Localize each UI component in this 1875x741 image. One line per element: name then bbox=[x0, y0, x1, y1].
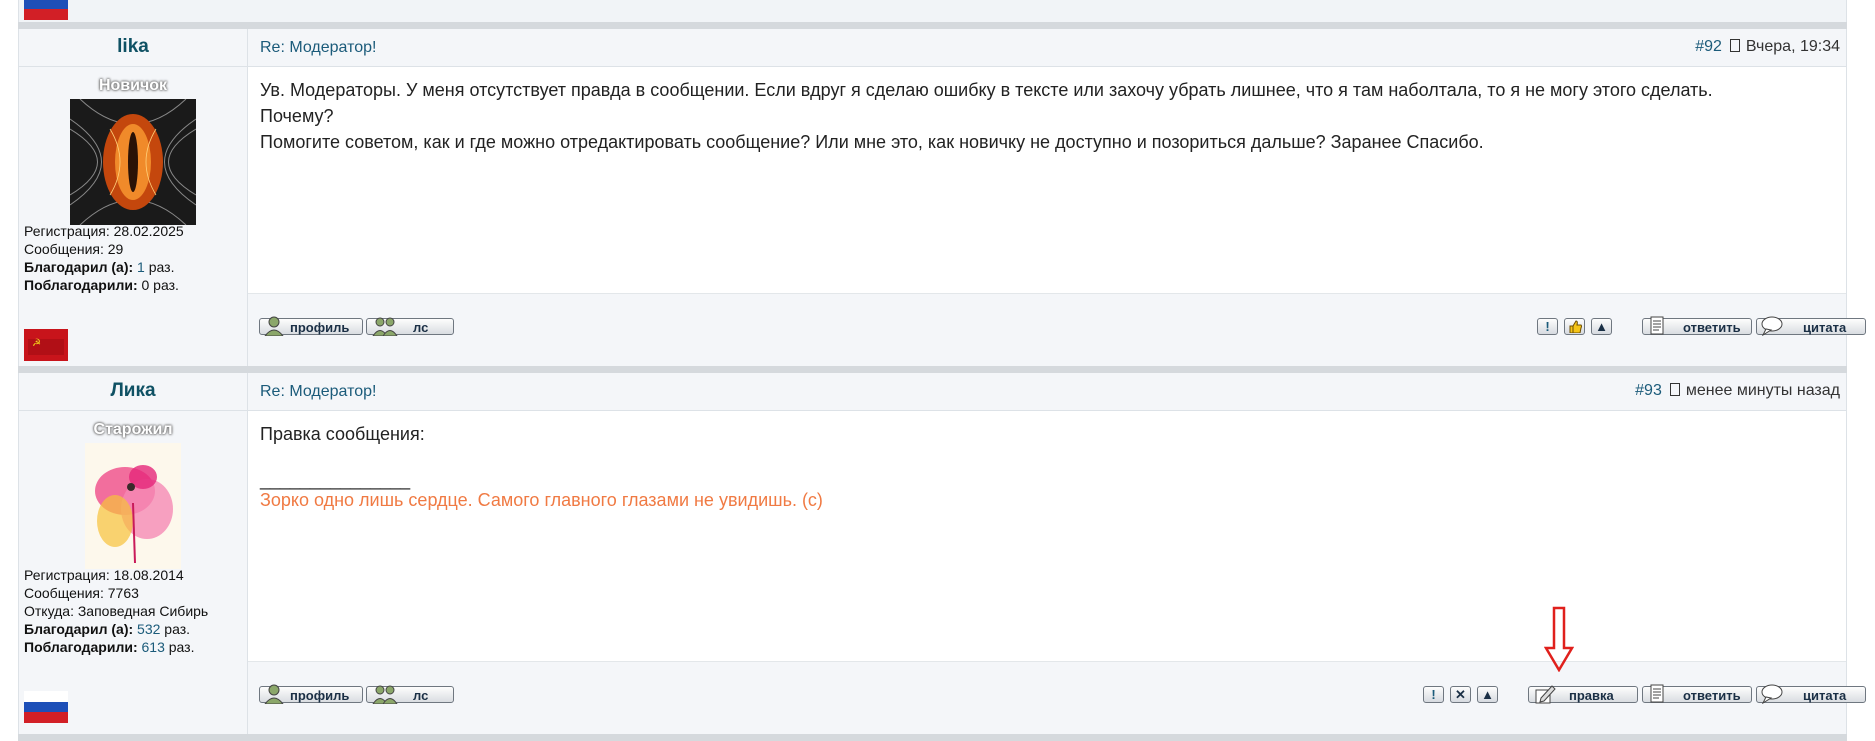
post-body-line: Почему? bbox=[260, 106, 334, 126]
reply-button[interactable]: ответить bbox=[1642, 684, 1752, 703]
post-footer: профиль лс ! ▲ ответить цитата bbox=[248, 293, 1866, 366]
post-time: менее минуты назад bbox=[1685, 382, 1840, 399]
post-body-line: Помогите советом, как и где можно отреда… bbox=[260, 132, 1484, 152]
post-number-link[interactable]: #93 bbox=[1635, 382, 1662, 399]
author-stats: Регистрация: 18.08.2014 Сообщения: 7763 … bbox=[24, 566, 208, 656]
thank-button[interactable] bbox=[1564, 318, 1585, 335]
post-body-line: Ув. Модераторы. У меня отсутствует правд… bbox=[260, 80, 1713, 100]
report-button[interactable]: ! bbox=[1423, 686, 1444, 703]
russia-flag-icon bbox=[24, 691, 68, 723]
report-button[interactable]: ! bbox=[1537, 318, 1558, 335]
post-separator bbox=[18, 22, 1847, 29]
post-content: Re: Модератор! #92 Вчера, 19:34 Ув. Модер… bbox=[248, 29, 1866, 366]
author-stats: Регистрация: 28.02.2025 Сообщения: 29 Бл… bbox=[24, 222, 184, 294]
post-header: Re: Модератор! #93 менее минуты назад bbox=[248, 373, 1846, 411]
pencil-icon bbox=[1535, 685, 1556, 704]
annotation-arrow-icon bbox=[1544, 606, 1574, 672]
registration-date: Регистрация: 28.02.2025 bbox=[24, 223, 184, 239]
author-panel: Лика Старожил Регистрация: 18.08.2014 Со… bbox=[19, 373, 248, 734]
document-icon bbox=[1650, 684, 1664, 703]
post-body: Правка сообщения: _______________ Зорко … bbox=[260, 421, 1826, 513]
quote-button[interactable]: цитата bbox=[1756, 316, 1866, 336]
message-count: Сообщения: 7763 bbox=[24, 585, 139, 601]
pm-button[interactable]: лс bbox=[366, 685, 454, 704]
thanks-received-stat: Поблагодарили: 613 раз. bbox=[24, 639, 195, 655]
edit-button[interactable]: правка bbox=[1528, 685, 1638, 704]
post-meta: #92 Вчера, 19:34 bbox=[1695, 38, 1840, 56]
message-count: Сообщения: 29 bbox=[24, 241, 124, 257]
location: Откуда: Заповедная Сибирь bbox=[24, 603, 209, 619]
thanked-count-link[interactable]: 1 bbox=[137, 259, 145, 275]
speech-bubble-icon bbox=[1761, 316, 1783, 336]
pm-button[interactable]: лс bbox=[366, 317, 454, 336]
document-icon bbox=[1650, 316, 1664, 335]
page-icon bbox=[1729, 39, 1740, 52]
user-icon bbox=[264, 316, 284, 336]
post-number-link[interactable]: #92 bbox=[1695, 38, 1722, 55]
thanked-stat: Благодарил (а): 1 раз. bbox=[24, 259, 175, 275]
thanked-count-link[interactable]: 532 bbox=[137, 621, 160, 637]
signature-rule: _______________ bbox=[260, 470, 411, 490]
post-header: Re: Модератор! #92 Вчера, 19:34 bbox=[248, 29, 1846, 67]
registration-date: Регистрация: 18.08.2014 bbox=[24, 567, 184, 583]
post-time: Вчера, 19:34 bbox=[1745, 38, 1840, 55]
speech-bubble-icon bbox=[1761, 684, 1783, 704]
ussr-flag-icon: ☭ bbox=[24, 329, 68, 361]
scroll-up-button[interactable]: ▲ bbox=[1477, 686, 1498, 703]
post-content: Re: Модератор! #93 менее минуты назад Пра… bbox=[248, 373, 1866, 734]
avatar bbox=[70, 99, 196, 225]
reply-button[interactable]: ответить bbox=[1642, 316, 1752, 335]
russia-flag-icon bbox=[24, 0, 68, 20]
post-separator bbox=[18, 734, 1847, 741]
user-icon bbox=[264, 684, 284, 704]
svg-text:☭: ☭ bbox=[32, 338, 41, 349]
users-icon bbox=[372, 685, 398, 704]
signature: Зорко одно лишь сердце. Самого главного … bbox=[260, 490, 823, 510]
profile-button[interactable]: профиль bbox=[259, 684, 363, 704]
delete-button[interactable]: ✕ bbox=[1450, 686, 1471, 703]
post-separator bbox=[18, 366, 1847, 373]
post-footer: профиль лс ! ✕ ▲ правка ответить цитата bbox=[248, 661, 1866, 734]
page-icon bbox=[1669, 383, 1680, 396]
post-meta: #93 менее минуты назад bbox=[1635, 382, 1840, 400]
post-topic-link[interactable]: Re: Модератор! bbox=[260, 39, 376, 57]
avatar bbox=[85, 443, 181, 569]
scroll-up-button[interactable]: ▲ bbox=[1591, 318, 1612, 335]
thanks-count-link[interactable]: 613 bbox=[142, 639, 165, 655]
post-93: Лика Старожил Регистрация: 18.08.2014 Со… bbox=[18, 373, 1866, 734]
author-nick[interactable]: Лика bbox=[19, 373, 247, 411]
author-rank: Новичок bbox=[98, 77, 168, 94]
post-92: lika Новичок Регистрация: 28.02.2025 Соо… bbox=[18, 29, 1866, 366]
post-topic-link[interactable]: Re: Модератор! bbox=[260, 383, 376, 401]
author-nick[interactable]: lika bbox=[19, 29, 247, 67]
previous-post-stub bbox=[18, 0, 1847, 22]
users-icon bbox=[372, 317, 398, 336]
author-rank: Старожил bbox=[93, 421, 173, 438]
quote-button[interactable]: цитата bbox=[1756, 684, 1866, 704]
thanked-stat: Благодарил (а): 532 раз. bbox=[24, 621, 191, 637]
post-body: Ув. Модераторы. У меня отсутствует правд… bbox=[260, 77, 1826, 155]
author-panel: lika Новичок Регистрация: 28.02.2025 Соо… bbox=[19, 29, 248, 366]
profile-button[interactable]: профиль bbox=[259, 316, 363, 336]
thanks-received-stat: Поблагодарили: 0 раз. bbox=[24, 277, 179, 293]
thumbs-up-icon bbox=[1569, 320, 1582, 334]
post-body-line: Правка сообщения: bbox=[260, 424, 425, 444]
